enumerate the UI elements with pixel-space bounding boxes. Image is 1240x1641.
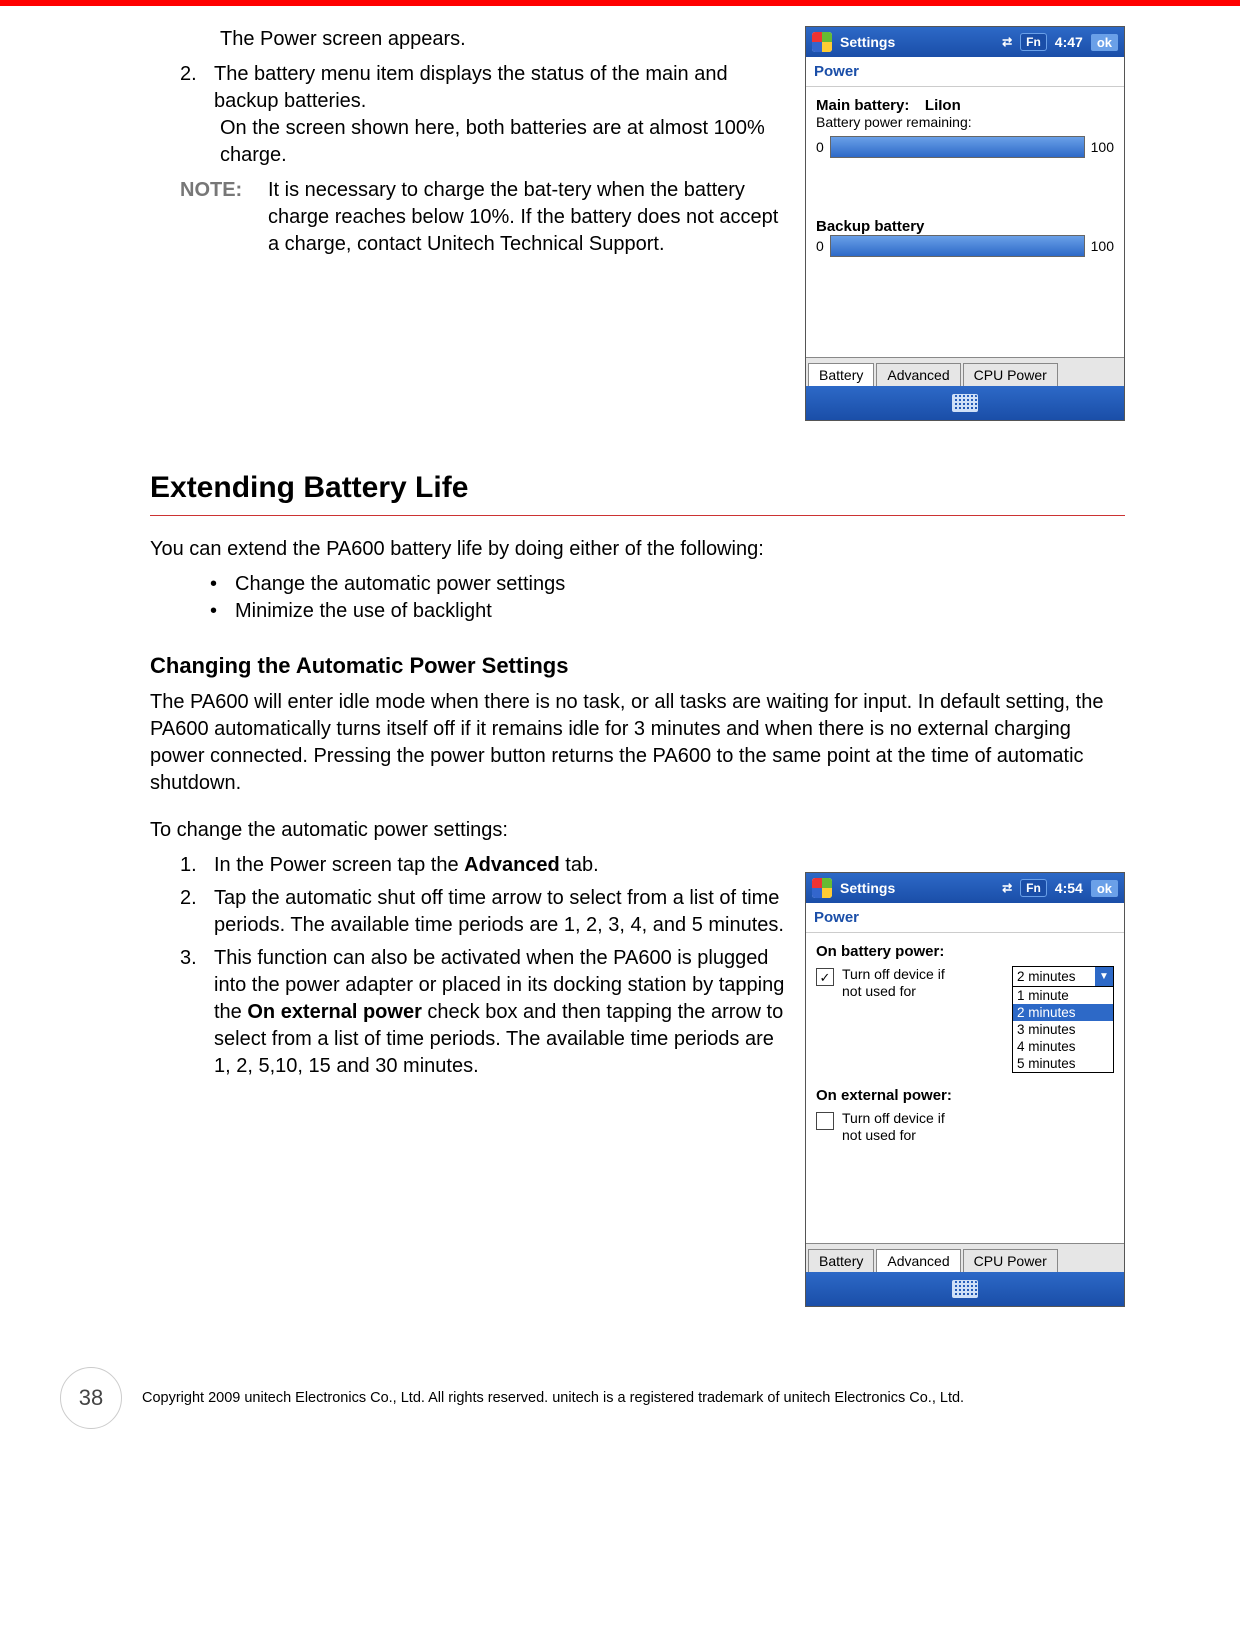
device2-titlebar: Settings ⇄ Fn 4:54 ok	[806, 873, 1124, 903]
note-block: NOTE: It is necessary to charge the bat-…	[150, 177, 785, 258]
bar-max: 100	[1091, 139, 1114, 155]
step-3-text: This function can also be activated when…	[214, 945, 785, 1080]
dropdown-option-selected[interactable]: 2 minutes	[1013, 1004, 1113, 1021]
page-number: 38	[60, 1367, 122, 1429]
para-charge-status: On the screen shown here, both batteries…	[150, 115, 785, 169]
device2-title: Settings	[840, 880, 895, 896]
bullet-1: Change the automatic power settings	[235, 571, 565, 598]
connectivity-icon[interactable]: ⇄	[1002, 35, 1012, 49]
para-extend-intro: You can extend the PA600 battery life by…	[150, 536, 1125, 563]
device1-titlebar: Settings ⇄ Fn 4:47 ok	[806, 27, 1124, 57]
remaining-label: Battery power remaining:	[816, 114, 1114, 130]
keyboard-icon[interactable]	[952, 1280, 978, 1298]
on-battery-text: Turn off device if not used for	[842, 966, 962, 1000]
tab-battery[interactable]: Battery	[808, 1249, 874, 1272]
bullet-list: •Change the automatic power settings •Mi…	[150, 571, 1125, 625]
chevron-down-icon[interactable]: ▼	[1095, 967, 1113, 986]
device1-time: 4:47	[1055, 34, 1083, 50]
upper-text: The Power screen appears. 2. The battery…	[150, 26, 785, 258]
device1-title: Settings	[840, 34, 895, 50]
note-text: It is necessary to charge the bat-tery w…	[268, 177, 785, 258]
list-item-2: 2. The battery menu item displays the st…	[150, 61, 785, 115]
start-icon[interactable]	[812, 878, 832, 898]
content-area: The Power screen appears. 2. The battery…	[0, 6, 1240, 1307]
bar-max-2: 100	[1091, 238, 1114, 254]
main-battery-bar	[830, 136, 1085, 158]
footer: 38 Copyright 2009 unitech Electronics Co…	[0, 1367, 1240, 1459]
dropdown-option[interactable]: 3 minutes	[1013, 1021, 1113, 1038]
on-battery-label: On battery power:	[816, 943, 1114, 960]
backup-battery-bar-row: 0 100	[816, 235, 1114, 257]
step-3-num: 3.	[180, 945, 204, 1080]
backup-battery-bar	[830, 235, 1085, 257]
device1-bottombar	[806, 386, 1124, 420]
bar-min: 0	[816, 139, 824, 155]
device2-body: On battery power: ✓ Turn off device if n…	[806, 933, 1124, 1243]
tab-advanced[interactable]: Advanced	[876, 363, 960, 386]
step-1: 1. In the Power screen tap the Advanced …	[180, 852, 785, 879]
step-3: 3. This function can also be activated w…	[180, 945, 785, 1080]
fn-indicator: Fn	[1020, 33, 1047, 51]
start-icon[interactable]	[812, 32, 832, 52]
ok-button[interactable]: ok	[1091, 880, 1118, 897]
device2-time: 4:54	[1055, 880, 1083, 896]
on-battery-row: ✓ Turn off device if not used for 2 minu…	[816, 966, 1114, 1073]
on-external-row: Turn off device if not used for	[816, 1110, 1114, 1144]
on-external-label: On external power:	[816, 1087, 1114, 1104]
para-power-screen: The Power screen appears.	[150, 26, 785, 53]
dropdown-option[interactable]: 1 minute	[1013, 987, 1113, 1004]
time-dropdown[interactable]: 2 minutes ▼ 1 minute 2 minutes 3 minutes…	[1012, 966, 1114, 1073]
tab-cpu-power[interactable]: CPU Power	[963, 1249, 1058, 1272]
screenshot-power-advanced: Settings ⇄ Fn 4:54 ok Power On battery p…	[805, 872, 1125, 1307]
page: The Power screen appears. 2. The battery…	[0, 0, 1240, 1459]
ok-button[interactable]: ok	[1091, 34, 1118, 51]
step-2-text: Tap the automatic shut off time arrow to…	[214, 885, 785, 939]
device1-body: Main battery: LiIon Battery power remain…	[806, 87, 1124, 357]
step-1-num: 1.	[180, 852, 204, 879]
tab-battery[interactable]: Battery	[808, 363, 874, 386]
device2-tabs: Battery Advanced CPU Power	[806, 1243, 1124, 1272]
main-battery-label: Main battery:	[816, 97, 909, 114]
dropdown-selected: 2 minutes	[1013, 967, 1095, 986]
on-external-text: Turn off device if not used for	[842, 1110, 962, 1144]
tab-cpu-power[interactable]: CPU Power	[963, 363, 1058, 386]
backup-battery-label: Backup battery	[816, 218, 1114, 235]
lower-text: 1. In the Power screen tap the Advanced …	[150, 852, 785, 1086]
heading-changing-auto-power: Changing the Automatic Power Settings	[150, 653, 1125, 679]
dropdown-option[interactable]: 4 minutes	[1013, 1038, 1113, 1055]
step-1-text: In the Power screen tap the Advanced tab…	[214, 852, 599, 879]
device2-bottombar	[806, 1272, 1124, 1306]
main-battery-type: LiIon	[925, 97, 961, 114]
on-external-checkbox[interactable]	[816, 1112, 834, 1130]
para-auto-power-desc: The PA600 will enter idle mode when ther…	[150, 689, 1125, 797]
step-2: 2. Tap the automatic shut off time arrow…	[180, 885, 785, 939]
bar-min-2: 0	[816, 238, 824, 254]
step-2-num: 2.	[180, 885, 204, 939]
lower-row: 1. In the Power screen tap the Advanced …	[150, 852, 1125, 1307]
dropdown-option[interactable]: 5 minutes	[1013, 1055, 1113, 1072]
bullet-2: Minimize the use of backlight	[235, 598, 492, 625]
copyright-text: Copyright 2009 unitech Electronics Co., …	[142, 1390, 964, 1406]
connectivity-icon[interactable]: ⇄	[1002, 881, 1012, 895]
steps-list: 1. In the Power screen tap the Advanced …	[150, 852, 785, 1080]
dropdown-list: 1 minute 2 minutes 3 minutes 4 minutes 5…	[1013, 987, 1113, 1072]
tab-advanced[interactable]: Advanced	[876, 1249, 960, 1272]
list-item-2-num: 2.	[180, 61, 204, 115]
upper-row: The Power screen appears. 2. The battery…	[150, 26, 1125, 421]
heading-extending-battery-life: Extending Battery Life	[150, 471, 1125, 516]
device1-tabs: Battery Advanced CPU Power	[806, 357, 1124, 386]
screenshot-power-battery: Settings ⇄ Fn 4:47 ok Power Main battery…	[805, 26, 1125, 421]
note-label: NOTE:	[180, 177, 250, 258]
keyboard-icon[interactable]	[952, 394, 978, 412]
main-battery-bar-row: 0 100	[816, 136, 1114, 158]
device1-subtitle: Power	[806, 57, 1124, 87]
fn-indicator: Fn	[1020, 879, 1047, 897]
list-item-2-text: The battery menu item displays the statu…	[214, 61, 785, 115]
device2-subtitle: Power	[806, 903, 1124, 933]
para-to-change: To change the automatic power settings:	[150, 817, 1125, 844]
on-battery-checkbox[interactable]: ✓	[816, 968, 834, 986]
